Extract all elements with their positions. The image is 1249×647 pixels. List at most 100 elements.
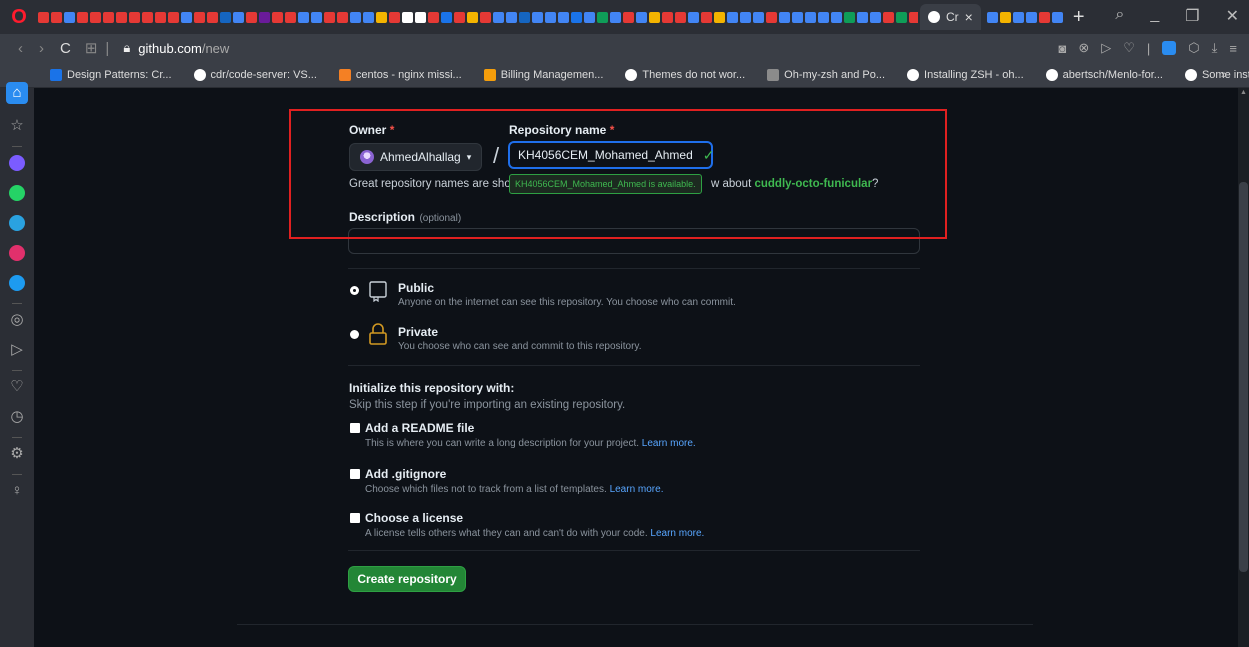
tab-favicon[interactable] bbox=[1051, 11, 1063, 23]
bookmark-item[interactable]: Themes do not wor... bbox=[625, 68, 745, 81]
tab-favicon[interactable] bbox=[675, 11, 686, 23]
tab-favicon[interactable] bbox=[857, 11, 868, 23]
tab-favicon[interactable] bbox=[727, 11, 738, 23]
heart-icon[interactable]: ♡ bbox=[1123, 40, 1135, 56]
tab-favicon[interactable] bbox=[896, 11, 907, 23]
bookmark-item[interactable]: Billing Managemen... bbox=[483, 68, 603, 81]
tab-favicon[interactable] bbox=[1038, 11, 1050, 23]
tab-favicon[interactable] bbox=[1012, 11, 1024, 23]
bookmark-item[interactable]: Design Patterns: Cr... bbox=[50, 68, 172, 81]
license-learn-more-link[interactable]: Learn more. bbox=[650, 528, 704, 539]
opera-logo-icon[interactable]: O bbox=[6, 4, 32, 30]
tab-favicon[interactable] bbox=[220, 11, 231, 23]
tab-favicon[interactable] bbox=[246, 11, 257, 23]
create-repository-button[interactable]: Create repository bbox=[348, 566, 466, 592]
tab-favicon[interactable] bbox=[155, 11, 166, 23]
adblock-icon[interactable]: ⊗ bbox=[1078, 40, 1089, 56]
minimize-icon[interactable]: _ bbox=[1150, 6, 1159, 26]
tab-favicon[interactable] bbox=[350, 11, 361, 23]
tab-favicon[interactable] bbox=[662, 11, 673, 23]
tab-favicon[interactable] bbox=[324, 11, 335, 23]
tab-favicon[interactable] bbox=[584, 11, 595, 23]
tab-favicon[interactable] bbox=[285, 11, 296, 23]
tab-favicon[interactable] bbox=[38, 11, 49, 23]
tab-favicon[interactable] bbox=[298, 11, 309, 23]
tab-favicon[interactable] bbox=[870, 11, 881, 23]
tab-favicon[interactable] bbox=[402, 11, 413, 23]
cube-icon[interactable]: ⬡ bbox=[1188, 40, 1199, 56]
tab-favicon[interactable] bbox=[142, 11, 153, 23]
sidebar-item-telegram[interactable] bbox=[9, 215, 25, 231]
tab-favicon[interactable] bbox=[844, 11, 855, 23]
page-scrollbar[interactable]: ▲ bbox=[1238, 88, 1249, 647]
sidebar-item-player[interactable]: ◎ bbox=[10, 312, 23, 328]
close-icon[interactable]: × bbox=[965, 9, 973, 25]
tab-active[interactable]: Cr × bbox=[920, 4, 981, 30]
tab-favicon[interactable] bbox=[441, 11, 452, 23]
tab-favicon[interactable] bbox=[207, 11, 218, 23]
tab-favicon[interactable] bbox=[610, 11, 621, 23]
tab-favicon[interactable] bbox=[233, 11, 244, 23]
sidebar-item-flow[interactable]: ▷ bbox=[11, 342, 23, 358]
tab-favicon[interactable] bbox=[571, 11, 582, 23]
tab-favicon[interactable] bbox=[454, 11, 465, 23]
tab-favicon[interactable] bbox=[740, 11, 751, 23]
scrollbar-thumb[interactable] bbox=[1239, 182, 1248, 572]
bookmark-item[interactable]: abertsch/Menlo-for... bbox=[1045, 68, 1163, 81]
url-field[interactable]: 🔒︎ github.com/new bbox=[123, 40, 229, 56]
new-tab-icon[interactable]: + bbox=[1073, 6, 1085, 29]
tab-favicon[interactable] bbox=[818, 11, 829, 23]
tab-favicon[interactable] bbox=[116, 11, 127, 23]
tab-favicon[interactable] bbox=[480, 11, 491, 23]
tab-favicon[interactable] bbox=[753, 11, 764, 23]
send-icon[interactable]: ▷ bbox=[1101, 40, 1111, 56]
tab-favicon[interactable] bbox=[77, 11, 88, 23]
tab-favicon[interactable] bbox=[168, 11, 179, 23]
tab-favicon[interactable] bbox=[519, 11, 530, 23]
download-icon[interactable]: ⤓ bbox=[1212, 40, 1218, 56]
bookmark-item[interactable]: Installing ZSH - oh... bbox=[907, 68, 1024, 81]
tab-favicon[interactable] bbox=[129, 11, 140, 23]
private-radio[interactable] bbox=[350, 330, 359, 339]
tab-favicon[interactable] bbox=[558, 11, 569, 23]
tab-favicon[interactable] bbox=[1025, 11, 1037, 23]
public-radio[interactable] bbox=[350, 286, 359, 295]
reload-icon[interactable]: C bbox=[60, 40, 71, 57]
tab-favicon[interactable] bbox=[532, 11, 543, 23]
tab-favicon[interactable] bbox=[311, 11, 322, 23]
readme-learn-more-link[interactable]: Learn more. bbox=[642, 438, 696, 449]
sidebar-item-instagram[interactable] bbox=[9, 245, 25, 261]
sidebar-item-settings[interactable]: ⚙ bbox=[10, 446, 23, 462]
bookmark-item[interactable]: Some installed font... bbox=[1184, 68, 1249, 81]
sidebar-item-twitter[interactable] bbox=[9, 275, 25, 291]
tab-favicon[interactable] bbox=[259, 11, 270, 23]
tab-favicon[interactable] bbox=[363, 11, 374, 23]
close-window-icon[interactable]: ✕ bbox=[1226, 6, 1239, 26]
gitignore-learn-more-link[interactable]: Learn more. bbox=[610, 484, 664, 495]
sidebar-item-messenger[interactable] bbox=[9, 155, 25, 171]
tab-favicon[interactable] bbox=[493, 11, 504, 23]
bookmark-item[interactable]: cdr/code-server: VS... bbox=[193, 68, 317, 81]
tab-favicon[interactable] bbox=[999, 11, 1011, 23]
tab-favicon[interactable] bbox=[986, 11, 998, 23]
search-tabs-icon[interactable]: ⌕ bbox=[1115, 6, 1124, 26]
tab-favicon[interactable] bbox=[389, 11, 400, 23]
bookmarks-overflow-icon[interactable]: » bbox=[1221, 69, 1227, 81]
tab-favicon[interactable] bbox=[883, 11, 894, 23]
tab-favicon[interactable] bbox=[623, 11, 634, 23]
bookmark-item[interactable]: Oh-my-zsh and Po... bbox=[767, 68, 885, 81]
sidebar-item-star[interactable]: ☆ bbox=[10, 118, 23, 134]
tab-favicon[interactable] bbox=[64, 11, 75, 23]
tab-favicon[interactable] bbox=[194, 11, 205, 23]
tab-favicon[interactable] bbox=[545, 11, 556, 23]
extension-icon[interactable] bbox=[1162, 41, 1177, 55]
sidebar-item-tips[interactable]: ♀ bbox=[11, 483, 22, 499]
tab-favicon[interactable] bbox=[337, 11, 348, 23]
tab-favicon[interactable] bbox=[792, 11, 803, 23]
tab-favicon[interactable] bbox=[636, 11, 647, 23]
license-checkbox[interactable] bbox=[350, 513, 360, 523]
tab-favicon[interactable] bbox=[506, 11, 517, 23]
gitignore-checkbox[interactable] bbox=[350, 469, 360, 479]
tab-favicon[interactable] bbox=[467, 11, 478, 23]
scroll-up-icon[interactable]: ▲ bbox=[1240, 89, 1247, 96]
